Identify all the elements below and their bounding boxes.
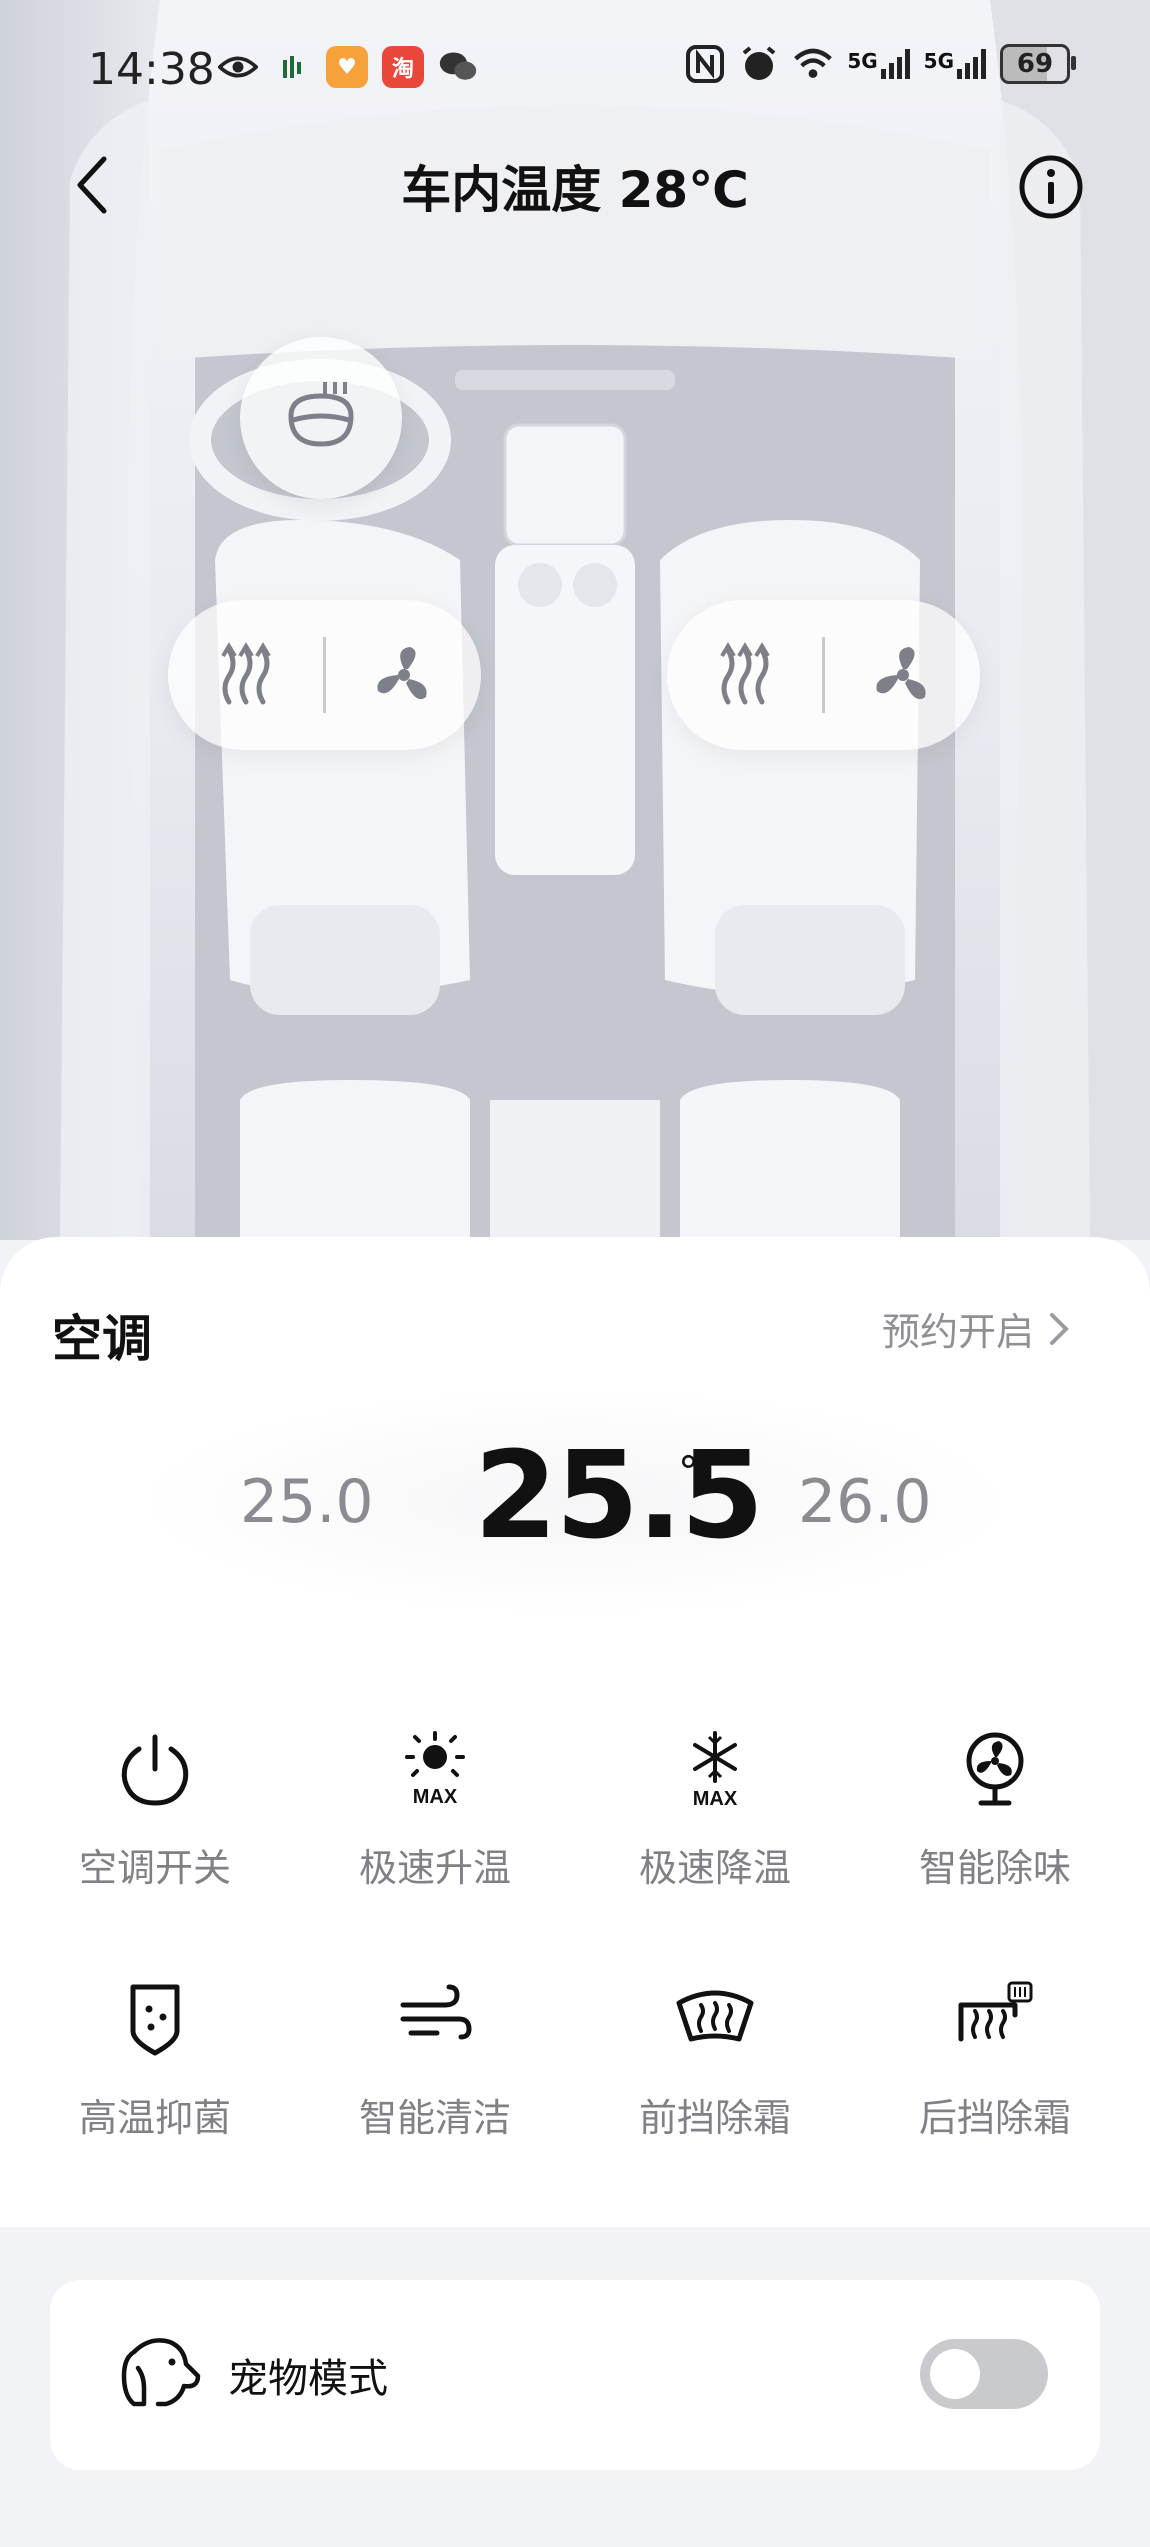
rapid-heat-button[interactable]: MAX 极速升温: [315, 1727, 555, 1927]
pet-mode-toggle[interactable]: [920, 2339, 1048, 2409]
driver-seat-vent-button[interactable]: [326, 600, 481, 750]
network-label-1: 5G: [847, 49, 878, 73]
status-right-icons: 5G 5G 69: [685, 44, 1076, 84]
svg-text:MAX: MAX: [413, 1786, 458, 1808]
passenger-seat-controls: [667, 600, 980, 750]
info-icon: [1019, 155, 1083, 219]
function-label: 前挡除霜: [638, 2096, 791, 2140]
pet-mode-card: 宠物模式: [50, 2280, 1100, 2470]
chevron-right-icon: [1050, 1312, 1069, 1345]
wechat-icon: [438, 47, 478, 87]
status-left-icons: ♥ 淘: [218, 46, 478, 88]
driver-seat-controls: [168, 600, 481, 750]
temp-option-higher[interactable]: 26.0: [798, 1467, 932, 1537]
app-heart-icon: ♥: [326, 46, 368, 88]
smart-deodorize-button[interactable]: 智能除味: [875, 1727, 1115, 1927]
passenger-seat-vent-button[interactable]: [825, 600, 980, 750]
steering-wheel-heat-icon: [288, 382, 354, 447]
nfc-icon: [685, 44, 725, 84]
battery-indicator: 69: [1000, 44, 1076, 84]
dog-icon: [121, 2338, 201, 2407]
status-time: 14:38: [88, 44, 215, 95]
high-temp-sterilize-button[interactable]: 高温抑菌: [35, 1977, 275, 2177]
svg-text:MAX: MAX: [693, 1788, 738, 1810]
fan-icon: [966, 1732, 1024, 1806]
alarm-icon: [739, 44, 779, 84]
function-label: 后挡除霜: [918, 2096, 1071, 2140]
temp-option-lower[interactable]: 25.0: [240, 1467, 374, 1537]
temp-unit: ℃: [678, 1447, 726, 1496]
ac-title: 空调: [52, 1310, 152, 1368]
app-leaf-icon: [272, 47, 312, 87]
eye-icon: [218, 47, 258, 87]
shield-dots-icon: [130, 1984, 180, 2056]
function-label: 高温抑菌: [78, 2096, 231, 2140]
signal-1: 5G: [847, 49, 910, 79]
wind-icon: [400, 1984, 472, 2040]
wifi-icon: [793, 44, 833, 84]
info-button[interactable]: [1016, 152, 1086, 222]
front-defrost-icon: [676, 1990, 754, 2042]
ac-power-button[interactable]: 空调开关: [35, 1727, 275, 1927]
network-label-2: 5G: [923, 49, 954, 73]
rear-defrost-icon: [958, 1981, 1033, 2042]
seat-fan-icon: [875, 647, 926, 700]
pet-mode-label: 宠物模式: [228, 2356, 388, 2402]
schedule-link[interactable]: 预约开启: [882, 1301, 1070, 1356]
seat-heat-icon: [719, 642, 770, 705]
schedule-label: 预约开启: [881, 1310, 1034, 1354]
signal-2: 5G: [924, 49, 986, 79]
sun-max-icon: MAX: [405, 1731, 465, 1808]
rear-defrost-button[interactable]: 后挡除霜: [875, 1977, 1115, 2177]
seat-heat-icon: [220, 642, 271, 705]
driver-seat-heat-button[interactable]: [168, 600, 323, 750]
function-label: 智能除味: [918, 1846, 1071, 1890]
function-label: 空调开关: [78, 1846, 231, 1890]
passenger-seat-heat-button[interactable]: [667, 600, 822, 750]
steering-wheel-heat-button[interactable]: [240, 337, 402, 499]
front-defrost-button[interactable]: 前挡除霜: [595, 1977, 835, 2177]
car-view: 14:38 ♥ 淘 5G 5G 69 车内温度 28℃: [0, 0, 1150, 1240]
power-icon: [121, 1734, 189, 1806]
snowflake-max-icon: MAX: [693, 1731, 738, 1810]
function-label: 极速升温: [358, 1846, 511, 1890]
app-taobao-icon: 淘: [382, 46, 424, 88]
seat-fan-icon: [376, 647, 427, 700]
function-label: 智能清洁: [358, 2096, 511, 2140]
rapid-cool-button[interactable]: MAX 极速降温: [595, 1727, 835, 1927]
smart-clean-button[interactable]: 智能清洁: [315, 1977, 555, 2177]
toggle-knob: [930, 2349, 980, 2399]
page-title: 车内温度 28℃: [401, 161, 749, 219]
status-bar: 14:38 ♥ 淘 5G 5G 69: [0, 0, 1150, 140]
function-label: 极速降温: [638, 1846, 791, 1890]
ac-panel: 空调 预约开启 25.0 25.5 ℃ 26.0 空调开关 MAX 极速升温 M…: [0, 1237, 1150, 2227]
